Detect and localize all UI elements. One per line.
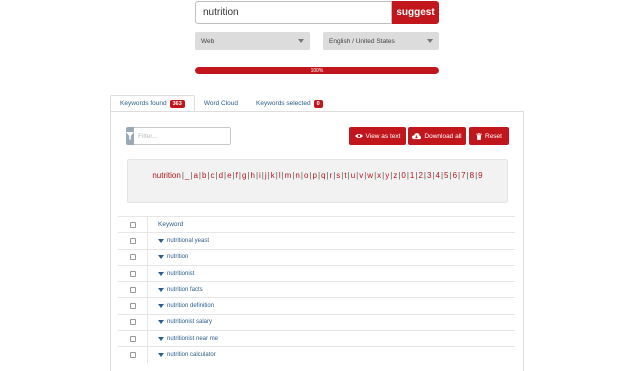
- row-check-cell: [118, 233, 148, 249]
- reset-button[interactable]: Reset: [469, 127, 509, 145]
- keyword-cell[interactable]: nutritionist: [148, 271, 194, 277]
- row-check-cell: [118, 265, 148, 282]
- keyword-text: nutritionist near me: [167, 335, 219, 342]
- filter-button[interactable]: [126, 127, 134, 145]
- caret-down-icon[interactable]: [158, 353, 164, 358]
- keyword-column-header[interactable]: Keyword: [148, 221, 183, 228]
- caret-down-icon[interactable]: [158, 304, 164, 309]
- keyword-text: nutrition calculator: [167, 352, 216, 359]
- alphabet-link[interactable]: nutrition: [152, 171, 180, 180]
- keyword-cell[interactable]: nutrition calculator: [148, 352, 216, 358]
- table-row: nutritional yeast: [118, 232, 515, 249]
- row-checkbox[interactable]: [129, 352, 136, 359]
- keyword-text: nutritional yeast: [167, 237, 210, 244]
- row-check-cell: [118, 347, 148, 363]
- row-checkbox[interactable]: [129, 237, 136, 244]
- filter-box: [126, 127, 231, 145]
- select-all-checkbox[interactable]: [129, 221, 136, 228]
- progress-bar: 100%: [195, 67, 439, 74]
- tab-word-cloud[interactable]: Word Cloud: [195, 95, 247, 112]
- tab-label: Keywords found: [120, 100, 167, 107]
- keyword-cell[interactable]: nutrition definition: [148, 303, 214, 309]
- alphabet-link[interactable]: 7: [461, 171, 465, 180]
- chevron-down-icon: [427, 39, 433, 43]
- keywords-found-count-badge: 363: [169, 99, 185, 108]
- chevron-down-icon: [298, 39, 304, 43]
- language-select[interactable]: English / United States: [323, 32, 439, 50]
- results-tabs: Keywords found 363 Word Cloud Keywords s…: [110, 95, 332, 112]
- keywords-table: Keyword nutritional yeast nutrition nutrit…: [118, 216, 515, 363]
- table-row: nutrition: [118, 248, 515, 265]
- alphabet-link[interactable]: c: [211, 171, 215, 180]
- keyword-cell[interactable]: nutritionist near me: [148, 336, 218, 342]
- keyword-cell[interactable]: nutritional yeast: [148, 238, 209, 244]
- table-row: nutrition calculator: [118, 346, 515, 363]
- table-row: nutritionist near me: [118, 330, 515, 347]
- row-checkbox[interactable]: [129, 270, 136, 277]
- table-row: nutrition facts: [118, 281, 515, 298]
- row-checkbox[interactable]: [129, 303, 136, 310]
- view-as-text-label: View as text: [365, 132, 401, 140]
- search-input[interactable]: [195, 1, 392, 24]
- caret-down-icon[interactable]: [158, 336, 164, 341]
- keyword-text: nutrition facts: [167, 286, 203, 293]
- keyword-text: nutritionist: [167, 270, 195, 277]
- row-checkbox[interactable]: [129, 286, 136, 293]
- filter-icon: [126, 132, 134, 140]
- eye-icon: [354, 134, 363, 138]
- keyword-cell[interactable]: nutrition facts: [148, 287, 203, 293]
- keyword-text: nutrition definition: [167, 303, 215, 310]
- table-row: nutrition definition: [118, 297, 515, 314]
- caret-down-icon[interactable]: [158, 287, 164, 292]
- download-all-label: Download all: [424, 132, 462, 140]
- row-checkbox[interactable]: [129, 254, 136, 261]
- source-select-value: Web: [201, 37, 215, 45]
- table-row: nutritionist salary: [118, 313, 515, 331]
- alphabet-link[interactable]: 5: [444, 171, 448, 180]
- table-header-row: Keyword: [118, 216, 515, 233]
- keyword-cell[interactable]: nutrition: [148, 254, 188, 260]
- table-row: nutritionist: [118, 264, 515, 282]
- search-bar: suggest: [195, 1, 439, 24]
- row-check-cell: [118, 314, 148, 331]
- tab-keywords-selected[interactable]: Keywords selected 0: [247, 95, 332, 112]
- trash-icon: [476, 132, 482, 140]
- cloud-download-icon: [412, 132, 422, 139]
- source-select[interactable]: Web: [195, 32, 310, 50]
- keyword-text: nutrition: [167, 254, 189, 261]
- row-check-cell: [118, 331, 148, 347]
- keyword-cell[interactable]: nutritionist salary: [148, 319, 212, 325]
- tab-keywords-found[interactable]: Keywords found 363: [110, 95, 195, 112]
- language-select-value: English / United States: [329, 37, 395, 45]
- keyword-text: nutritionist salary: [167, 319, 213, 326]
- row-checkbox[interactable]: [129, 335, 136, 342]
- caret-down-icon[interactable]: [158, 271, 164, 276]
- tab-label: Word Cloud: [203, 100, 239, 107]
- alphabet-filter: nutrition|_|a|b|c|d|e|f|g|h|i|j|k|l|m|n|…: [127, 159, 508, 203]
- caret-down-icon[interactable]: [158, 238, 164, 243]
- row-check-cell: [118, 249, 148, 265]
- reset-label: Reset: [485, 132, 502, 140]
- row-check-cell: [118, 282, 148, 298]
- suggest-button[interactable]: suggest: [392, 1, 439, 24]
- row-checkbox[interactable]: [129, 319, 136, 326]
- caret-down-icon[interactable]: [158, 320, 164, 325]
- alphabet-link[interactable]: 9: [478, 171, 482, 180]
- progress-label: 100%: [310, 67, 324, 74]
- keywords-selected-count-badge: 0: [313, 99, 323, 108]
- header-check-cell: [118, 217, 148, 233]
- row-check-cell: [118, 298, 148, 314]
- tab-label: Keywords selected: [256, 100, 311, 107]
- view-as-text-button[interactable]: View as text: [349, 127, 406, 145]
- alphabet-link[interactable]: e: [227, 171, 231, 180]
- progress-fill: 100%: [195, 67, 439, 74]
- filter-input[interactable]: [134, 127, 231, 145]
- caret-down-icon[interactable]: [158, 255, 164, 260]
- download-all-button[interactable]: Download all: [408, 127, 466, 145]
